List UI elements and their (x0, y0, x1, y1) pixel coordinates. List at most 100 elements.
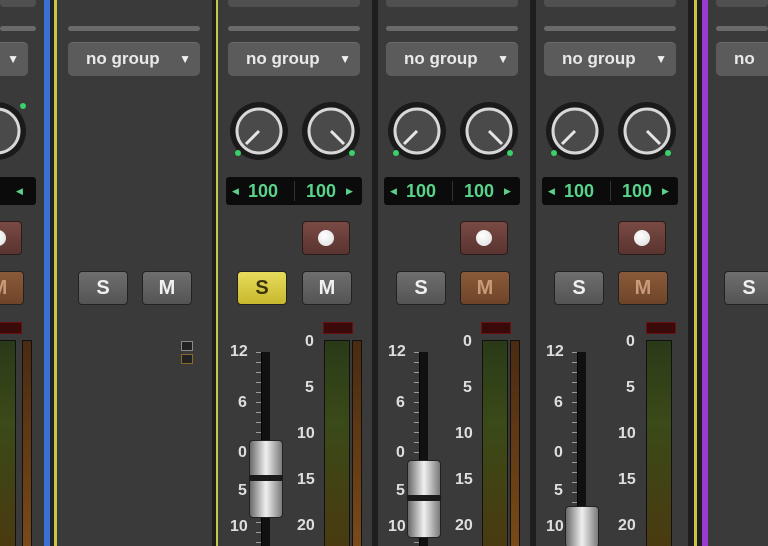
pan-left-value: 100 (248, 181, 279, 201)
group-dropdown[interactable]: no group ▼ (544, 42, 676, 76)
meter-scale-label: 0 (463, 333, 472, 350)
pan-knob-left[interactable] (228, 100, 290, 162)
record-enable-button[interactable] (460, 221, 508, 255)
pan-left-value: 100 (564, 181, 595, 201)
mute-button[interactable]: M (302, 271, 352, 305)
pan-knob-right[interactable] (616, 100, 678, 162)
strip-top-bar (228, 0, 360, 7)
pan-separator (294, 181, 295, 201)
pan-knob-right[interactable] (300, 100, 362, 162)
volume-fader-handle[interactable] (249, 440, 283, 518)
status-led (181, 354, 193, 364)
group-label: no (734, 49, 755, 68)
fader-scale-label: 12 (388, 343, 406, 360)
level-meter (482, 340, 508, 546)
solo-button[interactable]: S (396, 271, 446, 305)
fader-scale-label: 6 (554, 394, 563, 411)
group-separator (386, 26, 518, 31)
fader-notch (249, 475, 283, 481)
group-separator (544, 26, 676, 31)
group-dropdown[interactable]: no (716, 42, 768, 76)
fader-scale-label: 10 (230, 518, 248, 535)
status-led (181, 341, 193, 351)
clip-indicator (481, 322, 511, 334)
fader-scale-label: 5 (554, 482, 563, 499)
pan-right-arrow-icon: ▶ (504, 186, 511, 196)
solo-button[interactable]: S (237, 271, 287, 305)
fader-scale-label: 0 (238, 444, 247, 461)
group-dropdown[interactable]: no group ▼ (68, 42, 200, 76)
group-separator (228, 26, 360, 31)
fader-scale-label: 12 (546, 343, 564, 360)
pan-left-arrow-icon: ◀ (548, 186, 555, 196)
pan-display[interactable]: ◀ 100 100 ▶ (542, 177, 678, 205)
mute-button[interactable]: M (142, 271, 192, 305)
level-meter-side (22, 340, 32, 546)
group-separator (68, 26, 200, 31)
group-separator (0, 26, 36, 31)
record-dot-icon (0, 230, 6, 246)
strip-top-bar (716, 0, 768, 7)
pan-knob[interactable] (0, 100, 28, 162)
mute-button[interactable]: M (460, 271, 510, 305)
level-meter (324, 340, 350, 546)
record-enable-button[interactable] (0, 221, 22, 255)
pan-knob-left[interactable] (386, 100, 448, 162)
volume-fader-handle[interactable] (407, 460, 441, 538)
pan-left-arrow-icon: ◀ (232, 186, 239, 196)
fader-scale-label: 10 (546, 518, 564, 535)
mute-button[interactable]: M (0, 271, 24, 305)
fader-notch (407, 495, 441, 501)
meter-scale-label: 15 (618, 471, 636, 488)
meter-scale-label: 10 (297, 425, 315, 442)
solo-button[interactable]: S (724, 271, 768, 305)
meter-scale-label: 15 (455, 471, 473, 488)
meter-scale-label: 20 (297, 517, 315, 534)
fader-scale-label: 0 (554, 444, 563, 461)
meter-scale-label: 15 (297, 471, 315, 488)
solo-button[interactable]: S (554, 271, 604, 305)
meter-scale-label: 0 (305, 333, 314, 350)
meter-scale-label: 5 (463, 379, 472, 396)
pan-right-arrow-icon: ▶ (662, 186, 669, 196)
volume-fader-handle[interactable] (565, 506, 599, 546)
pan-left-value: 100 (406, 181, 437, 201)
pan-display[interactable]: ◀ 100 100 ▶ (226, 177, 362, 205)
pan-display[interactable]: ◀ (0, 177, 36, 205)
pan-knob-right[interactable] (458, 100, 520, 162)
clip-indicator (0, 322, 22, 334)
group-dropdown[interactable]: ▼ (0, 42, 28, 76)
meter-scale-label: 5 (305, 379, 314, 396)
dropdown-arrow-icon: ▼ (339, 52, 351, 66)
strip-top-bar (0, 0, 36, 7)
fader-scale-label: 5 (238, 482, 247, 499)
pan-separator (452, 181, 453, 201)
fader-scale-label: 6 (238, 394, 247, 411)
level-meter-side (510, 340, 520, 546)
meter-scale-label: 10 (455, 425, 473, 442)
clip-indicator (323, 322, 353, 334)
group-label: no group (246, 49, 320, 68)
fader-scale-label: 10 (388, 518, 406, 535)
pan-display[interactable]: ◀ 100 100 ▶ (384, 177, 520, 205)
record-dot-icon (634, 230, 650, 246)
dropdown-arrow-icon: ▼ (7, 52, 19, 66)
pan-right-arrow-icon: ◀ (16, 186, 23, 196)
group-label: no group (562, 49, 636, 68)
pan-right-value: 100 (306, 181, 337, 201)
group-separator (716, 26, 768, 31)
pan-knob-left[interactable] (544, 100, 606, 162)
solo-button[interactable]: S (78, 271, 128, 305)
pan-left-arrow-icon: ◀ (390, 186, 397, 196)
group-dropdown[interactable]: no group ▼ (228, 42, 360, 76)
pan-separator (610, 181, 611, 201)
group-dropdown[interactable]: no group ▼ (386, 42, 518, 76)
level-meter-side (352, 340, 362, 546)
pan-right-value: 100 (622, 181, 653, 201)
record-enable-button[interactable] (302, 221, 350, 255)
strip-top-bar (386, 0, 518, 7)
record-enable-button[interactable] (618, 221, 666, 255)
pan-right-value: 100 (464, 181, 495, 201)
mute-button[interactable]: M (618, 271, 668, 305)
fader-scale-label: 6 (396, 394, 405, 411)
